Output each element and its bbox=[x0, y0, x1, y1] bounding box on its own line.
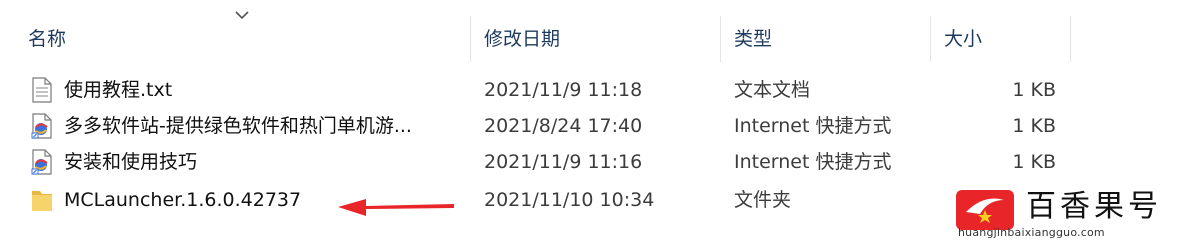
file-size: 1 KB bbox=[1012, 151, 1056, 173]
file-name: 使用教程.txt bbox=[64, 79, 173, 101]
file-row[interactable]: 安装和使用技巧 2021/11/9 11:16 Internet 快捷方式 1 … bbox=[0, 144, 1200, 180]
file-type: Internet 快捷方式 bbox=[734, 151, 892, 173]
column-divider[interactable] bbox=[930, 16, 931, 62]
column-divider[interactable] bbox=[470, 16, 471, 62]
file-row[interactable]: 使用教程.txt 2021/11/9 11:18 文本文档 1 KB bbox=[0, 72, 1200, 108]
file-type: Internet 快捷方式 bbox=[734, 115, 892, 137]
file-date-modified: 2021/11/9 11:18 bbox=[484, 79, 643, 101]
file-name: 多多软件站-提供绿色软件和热门单机游... bbox=[64, 115, 412, 137]
file-date-modified: 2021/11/10 10:34 bbox=[484, 189, 655, 211]
file-size: 1 KB bbox=[1012, 115, 1056, 137]
text-file-icon bbox=[32, 77, 52, 103]
column-divider[interactable] bbox=[1070, 16, 1071, 62]
column-divider[interactable] bbox=[720, 16, 721, 62]
column-header-size[interactable]: 大小 bbox=[932, 16, 1070, 62]
file-date-modified: 2021/8/24 17:40 bbox=[484, 115, 643, 137]
file-type: 文本文档 bbox=[734, 79, 811, 101]
column-header-name[interactable]: 名称 bbox=[16, 16, 470, 62]
file-type: 文件夹 bbox=[734, 189, 792, 211]
file-date-modified: 2021/11/9 11:16 bbox=[484, 151, 643, 173]
watermark: 百香果号 huangjinbaixiangguo.com bbox=[946, 186, 1200, 242]
file-size: 1 KB bbox=[1012, 79, 1056, 101]
column-header-type[interactable]: 类型 bbox=[722, 16, 930, 62]
file-explorer-list: 名称 修改日期 类型 大小 使用教程.txt 2021/11/9 11:18 文… bbox=[0, 0, 1200, 242]
internet-shortcut-icon bbox=[31, 149, 52, 175]
file-name: 安装和使用技巧 bbox=[64, 151, 198, 173]
watermark-text: 百香果号 bbox=[1026, 189, 1162, 224]
internet-shortcut-icon bbox=[31, 113, 52, 139]
file-row[interactable]: 多多软件站-提供绿色软件和热门单机游... 2021/8/24 17:40 In… bbox=[0, 108, 1200, 144]
column-header-date[interactable]: 修改日期 bbox=[472, 16, 720, 62]
red-arrow-annotation bbox=[338, 199, 454, 216]
watermark-url: huangjinbaixiangguo.com bbox=[958, 226, 1105, 239]
column-header-row: 名称 修改日期 类型 大小 bbox=[0, 16, 1200, 62]
folder-icon bbox=[32, 191, 52, 211]
